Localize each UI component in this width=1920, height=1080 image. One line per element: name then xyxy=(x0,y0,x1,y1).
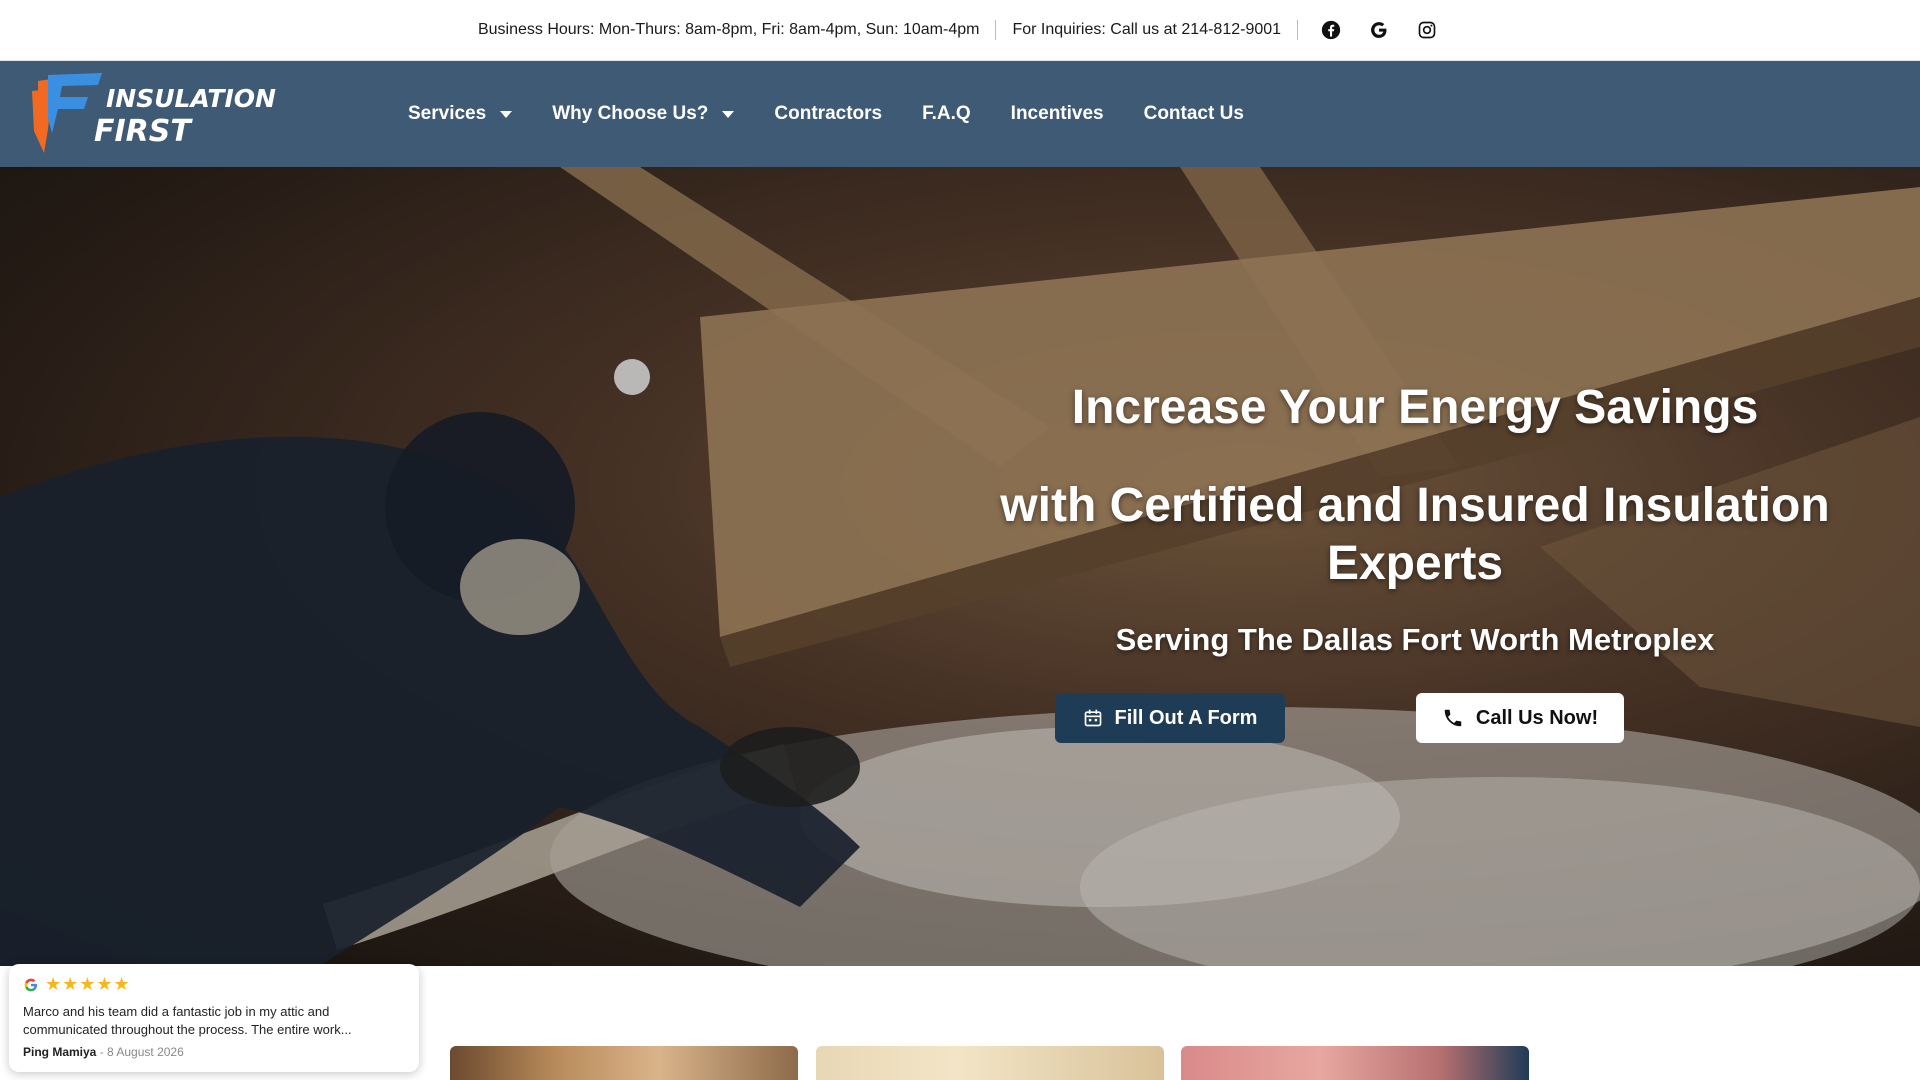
google-review-widget[interactable]: ★★★★★ Marco and his team did a fantastic… xyxy=(9,964,419,1072)
service-card-image[interactable] xyxy=(450,1046,798,1080)
hero-section: Increase Your Energy Savings with Certif… xyxy=(0,167,1920,966)
svg-text:INSULATION: INSULATION xyxy=(106,84,276,113)
service-card-image[interactable] xyxy=(1181,1046,1529,1080)
inquiries-phone[interactable]: For Inquiries: Call us at 214-812-9001 xyxy=(1012,21,1281,39)
main-navbar: INSULATION FIRST Services Why Choose Us?… xyxy=(0,61,1920,167)
google-icon[interactable] xyxy=(1364,15,1394,45)
call-us-now-label: Call Us Now! xyxy=(1475,706,1599,729)
chevron-down-icon xyxy=(722,110,735,118)
nav-incentives-label: Incentives xyxy=(1010,103,1104,124)
nav-contact-us[interactable]: Contact Us xyxy=(1144,103,1244,125)
service-card-image[interactable] xyxy=(816,1046,1164,1080)
instagram-icon[interactable] xyxy=(1412,15,1442,45)
top-info-bar: Business Hours: Mon-Thurs: 8am-8pm, Fri:… xyxy=(0,0,1920,61)
hero-headline-1: Increase Your Energy Savings xyxy=(1071,381,1759,434)
social-links xyxy=(1316,15,1442,45)
business-hours: Business Hours: Mon-Thurs: 8am-8pm, Fri:… xyxy=(477,21,980,38)
divider xyxy=(995,20,997,40)
divider xyxy=(1297,20,1299,40)
nav-contractors[interactable]: Contractors xyxy=(774,103,882,125)
nav-services-label: Services xyxy=(408,103,487,124)
review-text: Marco and his team did a fantastic job i… xyxy=(23,1004,352,1037)
nav-services[interactable]: Services xyxy=(408,103,513,125)
fill-out-form-button[interactable]: Fill Out A Form xyxy=(1055,693,1285,743)
nav-why-choose-us-label: Why Choose Us? xyxy=(552,103,709,124)
phone-icon xyxy=(1444,709,1462,727)
chevron-down-icon xyxy=(500,110,513,118)
primary-nav: Services Why Choose Us? Contractors F.A.… xyxy=(408,61,1284,167)
nav-why-choose-us[interactable]: Why Choose Us? xyxy=(552,103,735,125)
review-meta: Ping Mamiya - 8 August 2026 xyxy=(23,1045,405,1059)
nav-contact-us-label: Contact Us xyxy=(1143,103,1244,124)
call-us-now-button[interactable]: Call Us Now! xyxy=(1416,693,1624,743)
facebook-icon[interactable] xyxy=(1316,15,1346,45)
review-date: - 8 August 2026 xyxy=(99,1044,184,1059)
hero-content: Increase Your Energy Savings with Certif… xyxy=(960,167,1870,966)
svg-text:FIRST: FIRST xyxy=(94,114,193,149)
nav-faq-label: F.A.Q xyxy=(922,103,971,124)
star-rating: ★★★★★ xyxy=(45,974,131,994)
brand-logo[interactable]: INSULATION FIRST xyxy=(30,71,295,155)
top-info-bar-content: Business Hours: Mon-Thurs: 8am-8pm, Fri:… xyxy=(478,15,1442,45)
google-icon xyxy=(24,978,37,991)
nav-incentives[interactable]: Incentives xyxy=(1011,103,1104,125)
calendar-icon xyxy=(1084,709,1101,727)
hero-headline-2: with Certified and Insured Insulation Ex… xyxy=(1000,479,1830,590)
hero-subheadline: Serving The Dallas Fort Worth Metroplex xyxy=(1115,622,1715,657)
review-header: ★★★★★ xyxy=(23,974,405,995)
review-author: Ping Mamiya xyxy=(23,1044,97,1059)
fill-out-form-label: Fill Out A Form xyxy=(1114,706,1258,729)
nav-faq[interactable]: F.A.Q xyxy=(922,103,971,125)
nav-contractors-label: Contractors xyxy=(774,103,883,124)
